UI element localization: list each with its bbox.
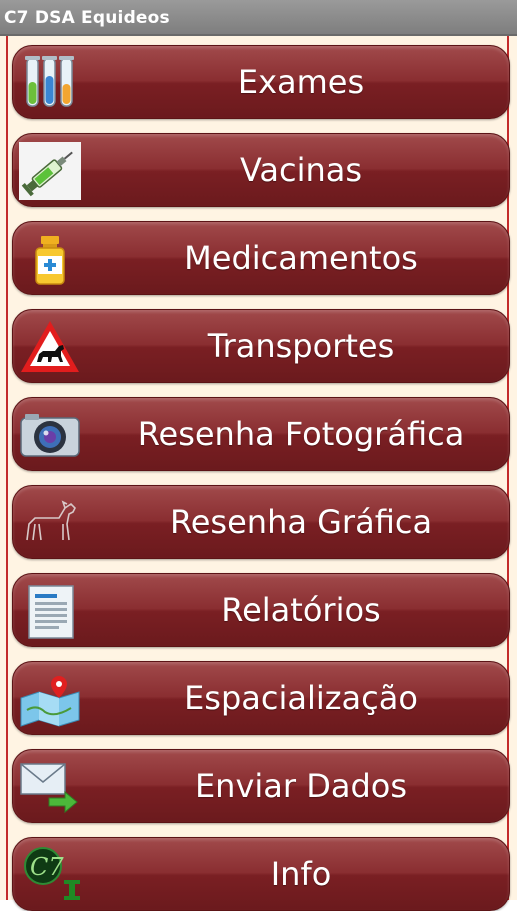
syringe-icon	[19, 142, 81, 200]
horse-warning-sign-icon	[19, 318, 81, 376]
espacializacao-label: Espacialização	[184, 679, 418, 717]
vacinas-button[interactable]: Vacinas	[12, 133, 510, 207]
test-tubes-icon	[19, 54, 81, 112]
app-title: C7 DSA Equideos	[4, 8, 170, 28]
transportes-button[interactable]: Transportes	[12, 309, 510, 383]
espacializacao-button[interactable]: Espacialização	[12, 661, 510, 735]
title-bar: C7 DSA Equideos	[0, 0, 517, 36]
svg-text:C7: C7	[30, 853, 64, 881]
medicamentos-button[interactable]: Medicamentos	[12, 221, 510, 295]
vacinas-label: Vacinas	[239, 151, 363, 189]
resenha-grafica-button[interactable]: Resenha Gráfica	[12, 485, 510, 559]
report-document-icon	[19, 582, 81, 640]
resenha-fotografica-label: Resenha Fotográfica	[137, 415, 465, 453]
medicine-bottle-icon	[19, 230, 81, 288]
relatorios-label: Relatórios	[221, 591, 381, 629]
map-pin-icon	[19, 670, 81, 728]
transportes-label: Transportes	[207, 327, 395, 365]
resenha-fotografica-button[interactable]: Resenha Fotográfica	[12, 397, 510, 471]
horse-sketch-icon	[19, 494, 81, 552]
exames-button[interactable]: Exames	[12, 45, 510, 119]
enviar-dados-label: Enviar Dados	[194, 767, 408, 805]
relatorios-button[interactable]: Relatórios	[12, 573, 510, 647]
c7-info-logo-icon: C7	[19, 846, 81, 904]
left-border-line	[6, 36, 8, 900]
camera-icon	[19, 406, 81, 464]
envelope-send-icon	[19, 758, 81, 816]
enviar-dados-button[interactable]: Enviar Dados	[12, 749, 510, 823]
resenha-grafica-label: Resenha Gráfica	[169, 503, 433, 541]
exames-label: Exames	[237, 63, 365, 101]
info-label: Info	[270, 855, 332, 893]
medicamentos-label: Medicamentos	[184, 239, 418, 277]
